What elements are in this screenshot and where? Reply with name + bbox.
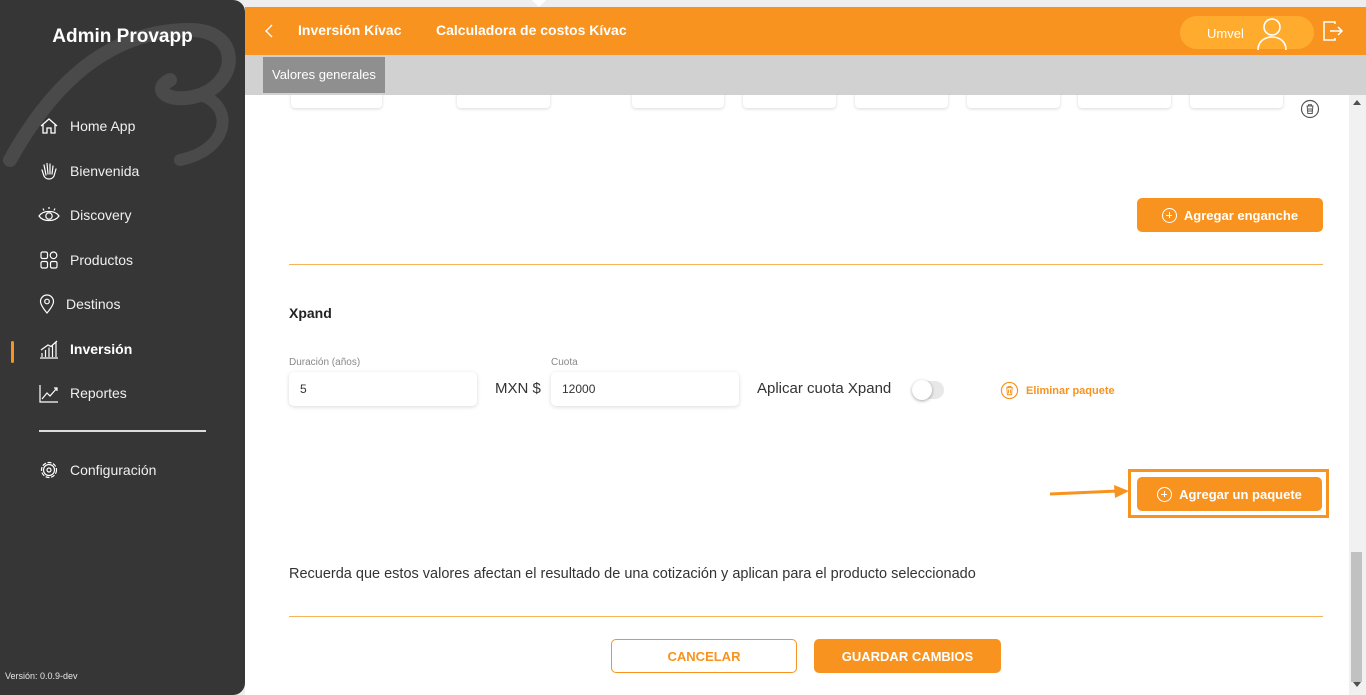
map-pin-icon [38, 293, 56, 315]
sidebar-item-destinos[interactable]: Destinos [38, 290, 120, 318]
enganche-input-cut[interactable] [855, 95, 948, 108]
scrollbar[interactable] [1349, 95, 1366, 695]
sidebar-item-label: Home App [70, 118, 136, 134]
enganche-input-cut[interactable] [1078, 95, 1171, 108]
enganche-input-cut[interactable] [1190, 95, 1283, 108]
home-icon [38, 115, 60, 137]
section-title: Xpand [289, 305, 332, 321]
toggle-knob [912, 380, 932, 400]
main-content: Agregar enganche Xpand Duración (años) 5… [245, 95, 1349, 695]
sidebar-item-productos[interactable]: Productos [38, 246, 133, 274]
sidebar-divider [39, 430, 206, 432]
back-arrow-icon[interactable] [259, 21, 279, 41]
enganche-input-cut[interactable] [743, 95, 836, 108]
section-divider [289, 264, 1323, 265]
fee-label: Cuota [551, 357, 578, 368]
sidebar-item-home-app[interactable]: Home App [38, 112, 135, 140]
enganche-input-cut[interactable] [457, 95, 550, 108]
apply-fee-toggle[interactable] [912, 380, 944, 400]
breadcrumb-inversion[interactable]: Inversión Kívac [298, 22, 402, 38]
trash-icon [1000, 381, 1019, 400]
enganche-input-cut[interactable] [632, 95, 724, 108]
app-title: Admin Provapp [52, 26, 193, 47]
section-divider [289, 616, 1323, 617]
tab-bar: Valores generales [245, 55, 1366, 95]
sidebar-item-label: Inversión [70, 341, 133, 357]
avatar-icon [1257, 18, 1287, 50]
currency-label: MXN $ [495, 380, 541, 397]
grid-icon [38, 249, 60, 271]
info-note: Recuerda que estos valores afectan el re… [289, 566, 976, 582]
duration-input[interactable]: 5 [289, 372, 477, 406]
scroll-up-icon[interactable] [1353, 100, 1361, 105]
arrow-icon [1049, 485, 1129, 498]
bar-chart-icon [38, 338, 60, 360]
sidebar-item-label: Destinos [66, 296, 121, 312]
sidebar-item-label: Bienvenida [70, 163, 140, 179]
version-label: Versión: 0.0.9-dev [5, 671, 78, 681]
logout-icon[interactable] [1322, 20, 1344, 42]
duration-label: Duración (años) [289, 357, 361, 368]
user-menu[interactable]: Umvel [1180, 16, 1314, 50]
sidebar-item-label: Productos [70, 252, 134, 268]
sidebar-item-label: Reportes [70, 385, 127, 401]
fee-input[interactable]: 12000 [551, 372, 739, 406]
sidebar-item-bienvenida[interactable]: Bienvenida [38, 157, 139, 185]
add-package-label: Agregar un paquete [1179, 486, 1302, 502]
active-breadcrumb-notch [532, 0, 546, 7]
sidebar-item-reportes[interactable]: Reportes [38, 379, 127, 407]
trash-icon[interactable] [1300, 99, 1320, 119]
sidebar-item-inversion[interactable]: Inversión [38, 335, 132, 363]
active-indicator [11, 341, 14, 363]
add-enganche-label: Agregar enganche [1183, 207, 1299, 223]
enganche-input-cut[interactable] [967, 95, 1060, 108]
scrollbar-thumb[interactable] [1351, 552, 1362, 682]
waving-hand-icon [38, 160, 60, 182]
enganche-input-cut[interactable] [291, 95, 382, 108]
eye-icon [38, 204, 60, 226]
sidebar-item-label: Configuración [70, 462, 157, 478]
delete-package-label: Eliminar paquete [1026, 384, 1115, 397]
sidebar-item-label: Discovery [70, 207, 132, 223]
user-name: Umvel [1207, 26, 1244, 41]
sidebar-item-discovery[interactable]: Discovery [38, 201, 131, 229]
line-chart-icon [38, 382, 60, 404]
add-enganche-button[interactable]: Agregar enganche [1137, 198, 1323, 232]
top-bar: Inversión Kívac Calculadora de costos Kí… [245, 0, 1366, 55]
add-package-button[interactable]: Agregar un paquete [1137, 477, 1322, 511]
delete-package-button[interactable]: Eliminar paquete [1000, 381, 1115, 400]
sidebar: Admin Provapp Home App Bienvenida Discov… [0, 0, 245, 695]
sidebar-item-configuracion[interactable]: Configuración [38, 456, 156, 484]
save-changes-button[interactable]: GUARDAR CAMBIOS [814, 639, 1001, 673]
cancel-button[interactable]: CANCELAR [611, 639, 797, 673]
plus-circle-icon [1157, 486, 1173, 502]
breadcrumb-calculadora[interactable]: Calculadora de costos Kívac [436, 22, 627, 38]
tab-valores-generales[interactable]: Valores generales [263, 57, 385, 93]
plus-circle-icon [1161, 207, 1177, 223]
gear-icon [38, 459, 60, 481]
scroll-down-icon[interactable] [1353, 682, 1361, 687]
apply-fee-label: Aplicar cuota Xpand [757, 380, 892, 397]
